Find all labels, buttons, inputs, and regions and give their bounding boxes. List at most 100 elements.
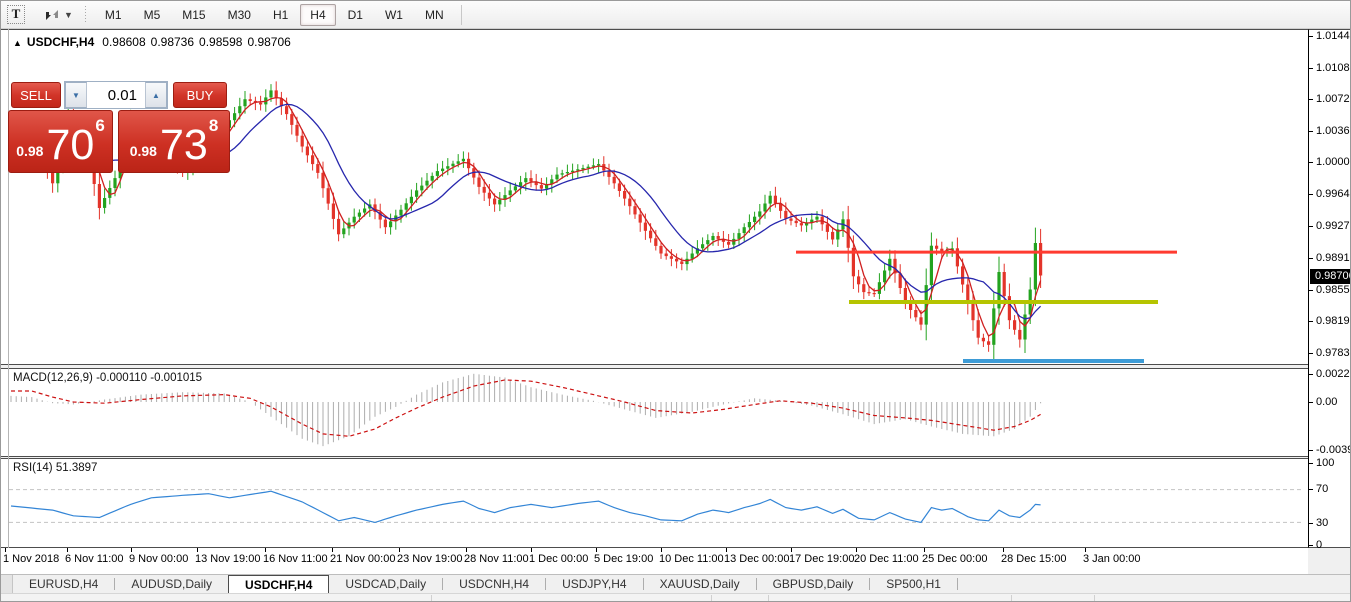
statusbar-divider bbox=[768, 595, 769, 602]
price-tick bbox=[1309, 258, 1313, 259]
price-tick bbox=[1309, 194, 1313, 195]
tab-xauusd[interactable]: XAUUSD,Daily bbox=[644, 575, 756, 593]
sell-button[interactable]: SELL bbox=[11, 82, 61, 108]
double-arrows-icon bbox=[44, 8, 60, 22]
toolbar-drag-handle[interactable] bbox=[83, 6, 88, 24]
macd-scale-label: 0.002297 bbox=[1316, 368, 1351, 380]
macd-scale-tick bbox=[1309, 402, 1313, 403]
buy-price-button[interactable]: 0.98738 bbox=[118, 110, 230, 173]
rsi-scale-tick bbox=[1309, 523, 1313, 524]
current-price-badge: 0.98706 bbox=[1310, 269, 1351, 284]
time-tick bbox=[856, 548, 857, 552]
price-axis-label: 0.99270 bbox=[1316, 220, 1351, 232]
timeframe-button-mn[interactable]: MN bbox=[415, 4, 454, 26]
buy-price-pip: 8 bbox=[209, 116, 218, 136]
time-axis-label: 17 Dec 19:00 bbox=[789, 553, 854, 565]
one-click-trading-panel: SELL ▼ ▲ BUY 0.98706 0.98738 bbox=[8, 78, 230, 173]
chevron-down-icon: ▼ bbox=[72, 91, 80, 100]
timeframe-button-w1[interactable]: W1 bbox=[375, 4, 413, 26]
tab-gbpusd[interactable]: GBPUSD,Daily bbox=[757, 575, 870, 593]
rsi-scale-label: 100 bbox=[1316, 457, 1334, 469]
status-bar bbox=[1, 593, 1351, 602]
macd-scale-tick bbox=[1309, 450, 1313, 451]
price-tick bbox=[1309, 162, 1313, 163]
main-chart-pane[interactable]: ▲ USDCHF,H4 0.98608 0.98736 0.98598 0.98706 S… bbox=[1, 29, 1308, 365]
time-tick bbox=[197, 548, 198, 552]
time-axis-label: 23 Nov 19:00 bbox=[397, 553, 462, 565]
time-axis-label: 16 Nov 11:00 bbox=[263, 553, 328, 565]
time-axis-label: 1 Nov 2018 bbox=[3, 553, 59, 565]
chevron-down-icon[interactable]: ▼ bbox=[64, 10, 73, 20]
ohlc-low: 0.98598 bbox=[199, 35, 242, 49]
time-tick bbox=[596, 548, 597, 552]
tab-usdcnh[interactable]: USDCNH,H4 bbox=[443, 575, 545, 593]
price-axis-label: 0.99640 bbox=[1316, 188, 1351, 200]
timeframe-button-h4[interactable]: H4 bbox=[300, 4, 335, 26]
buy-price-main: 73 bbox=[160, 128, 208, 163]
sell-price-main: 70 bbox=[46, 128, 94, 163]
time-tick bbox=[332, 548, 333, 552]
buy-button[interactable]: BUY bbox=[173, 82, 227, 108]
ohlc-open: 0.98608 bbox=[102, 35, 145, 49]
time-tick bbox=[531, 548, 532, 552]
arrows-tool-button[interactable] bbox=[41, 5, 63, 25]
time-axis-label: 9 Nov 00:00 bbox=[129, 553, 188, 565]
timeframe-button-h1[interactable]: H1 bbox=[263, 4, 298, 26]
timeframe-button-m5[interactable]: M5 bbox=[134, 4, 171, 26]
rsi-scale-tick bbox=[1309, 463, 1313, 464]
toolbar: T ▼ M1M5M15M30H1H4D1W1MN bbox=[1, 1, 1351, 29]
statusbar-divider bbox=[431, 595, 432, 602]
time-axis-label: 25 Dec 00:00 bbox=[922, 553, 987, 565]
price-tick bbox=[1309, 290, 1313, 291]
tab-sp500[interactable]: SP500,H1 bbox=[870, 575, 957, 593]
tab-usdcad[interactable]: USDCAD,Daily bbox=[329, 575, 442, 593]
chart-symbol: USDCHF,H4 bbox=[27, 35, 94, 49]
timeframe-button-group: M1M5M15M30H1H4D1W1MN bbox=[94, 4, 455, 26]
timeframe-button-m1[interactable]: M1 bbox=[95, 4, 132, 26]
time-axis-label: 28 Nov 11:00 bbox=[464, 553, 529, 565]
time-tick bbox=[791, 548, 792, 552]
text-tool-button[interactable]: T bbox=[5, 5, 27, 25]
text-tool-icon: T bbox=[7, 5, 26, 24]
timeframe-button-d1[interactable]: D1 bbox=[338, 4, 373, 26]
time-tick bbox=[399, 548, 400, 552]
ohlc-high: 0.98736 bbox=[151, 35, 194, 49]
rsi-scale-label: 70 bbox=[1316, 483, 1328, 495]
price-tick bbox=[1309, 68, 1313, 69]
time-axis[interactable]: 1 Nov 20186 Nov 11:009 Nov 00:0013 Nov 1… bbox=[1, 548, 1308, 574]
mt4-window: T ▼ M1M5M15M30H1H4D1W1MN ▲ USDCHF,H4 0.986… bbox=[0, 0, 1351, 602]
rsi-name: RSI(14) bbox=[13, 462, 53, 474]
rsi-scale-tick bbox=[1309, 489, 1313, 490]
price-axis[interactable]: 1.014401.010801.007201.003601.000000.996… bbox=[1308, 29, 1351, 548]
timeframe-button-m30[interactable]: M30 bbox=[218, 4, 261, 26]
rsi-chart[interactable] bbox=[1, 459, 1308, 547]
tab-audusd[interactable]: AUDUSD,Daily bbox=[115, 575, 228, 593]
lot-increase-button[interactable]: ▲ bbox=[145, 82, 167, 108]
tab-bar-corner bbox=[1, 575, 13, 593]
chart-tab-bar: EURUSD,H4AUDUSD,DailyUSDCHF,H4USDCAD,Dai… bbox=[1, 574, 1351, 593]
statusbar-divider bbox=[1011, 595, 1012, 602]
lot-decrease-button[interactable]: ▼ bbox=[65, 82, 87, 108]
timeframe-button-m15[interactable]: M15 bbox=[172, 4, 215, 26]
rsi-scale-tick bbox=[1309, 545, 1313, 546]
ohlc-close: 0.98706 bbox=[247, 35, 290, 49]
time-axis-label: 10 Dec 11:00 bbox=[659, 553, 724, 565]
sell-price-button[interactable]: 0.98706 bbox=[8, 110, 113, 173]
time-axis-label: 1 Dec 00:00 bbox=[529, 553, 588, 565]
rsi-scale-label: 30 bbox=[1316, 517, 1328, 529]
tab-usdchf[interactable]: USDCHF,H4 bbox=[228, 575, 329, 593]
time-tick bbox=[924, 548, 925, 552]
toolbar-separator bbox=[461, 5, 462, 25]
time-axis-label: 20 Dec 11:00 bbox=[854, 553, 919, 565]
sell-price-pip: 6 bbox=[95, 116, 104, 136]
collapse-panel-icon[interactable]: ▲ bbox=[13, 38, 22, 48]
macd-pane[interactable]: MACD(12,26,9) -0.000110 -0.001015 bbox=[1, 368, 1308, 457]
macd-signal-value: -0.001015 bbox=[150, 372, 202, 384]
rsi-pane[interactable]: RSI(14) 51.3897 bbox=[1, 458, 1308, 548]
tab-eurusd[interactable]: EURUSD,H4 bbox=[13, 575, 114, 593]
lot-size-input[interactable] bbox=[87, 82, 145, 108]
price-axis-label: 1.01440 bbox=[1316, 30, 1351, 42]
time-tick bbox=[1085, 548, 1086, 552]
tab-usdjpy[interactable]: USDJPY,H4 bbox=[546, 575, 642, 593]
price-axis-label: 0.98910 bbox=[1316, 252, 1351, 264]
